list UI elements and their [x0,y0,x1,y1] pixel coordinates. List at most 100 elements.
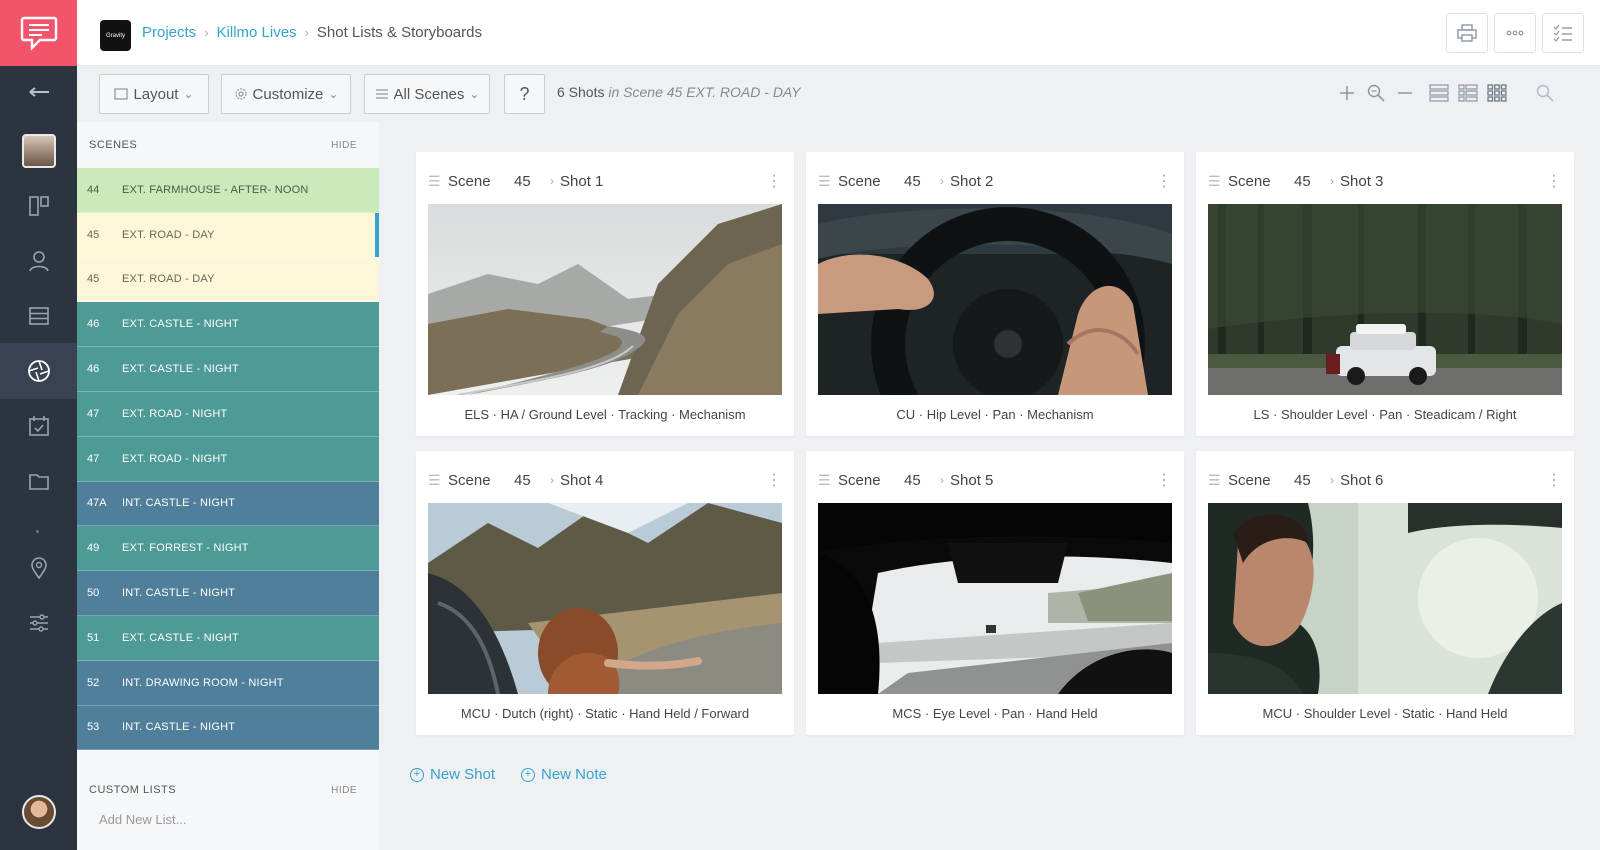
shot-image[interactable] [1208,503,1562,694]
view-detail-button[interactable] [1455,80,1481,106]
shot-card[interactable]: ☰ Scene 45 › Shot 4 ⋮ MCU · Dutch (right) · St… [416,451,794,735]
scene-name: INT. CASTLE - NIGHT [122,721,236,734]
chevron-down-icon: ⌄ [183,87,194,101]
drag-handle-icon[interactable]: ☰ [428,173,448,190]
scene-row[interactable]: 47 EXT. ROAD - NIGHT [77,436,379,482]
selected-indicator [375,212,379,257]
nav-shot-list[interactable] [0,343,77,399]
nav-storyboard[interactable] [0,178,77,234]
shot-label[interactable]: Shot 4 [560,472,603,489]
drag-handle-icon[interactable]: ☰ [1208,472,1228,489]
avatar [21,134,56,168]
drag-handle-icon[interactable]: ☰ [818,472,838,489]
new-shot-button[interactable]: + New Shot [410,766,495,783]
shot-card[interactable]: ☰ Scene 45 › Shot 5 ⋮ MCS · Eye Level · Pan · … [806,451,1184,735]
kebab-menu-icon[interactable]: ⋮ [1156,470,1172,490]
drag-handle-icon[interactable]: ☰ [428,472,448,489]
scene-row[interactable]: 45 EXT. ROAD - DAY [77,257,379,303]
scene-row[interactable]: 47 EXT. ROAD - NIGHT [77,391,379,437]
scenes-sidebar: SCENES HIDE 44 EXT. FARMHOUSE - AFTER- NO… [77,122,379,850]
location-pin-icon [30,557,47,579]
nav-calendar[interactable] [0,398,77,454]
scene-row[interactable]: 46 EXT. CASTLE - NIGHT [77,302,379,348]
nav-stripboard[interactable] [0,288,77,344]
breadcrumb-projects[interactable]: Projects [142,24,196,41]
storyboard-icon [28,196,49,216]
calendar-icon [28,416,49,436]
scene-row[interactable]: 49 EXT. FORREST - NIGHT [77,526,379,572]
project-avatar-button[interactable] [0,123,77,179]
breadcrumb-current: Shot Lists & Storyboards [316,24,482,41]
scene-row[interactable]: 46 EXT. CASTLE - NIGHT [77,347,379,392]
scene-row[interactable]: 45 EXT. ROAD - DAY [77,212,379,258]
kebab-menu-icon[interactable]: ⋮ [1546,470,1562,490]
nav-cast[interactable] [0,233,77,289]
shot-image[interactable] [428,204,782,395]
user-account-button[interactable] [0,784,77,840]
add-list-input[interactable]: Add New List... [99,812,186,827]
scene-row[interactable]: 44 EXT. FARMHOUSE - AFTER- NOON [77,168,379,213]
shot-card-header: ☰ Scene 45 › Shot 1 ⋮ [428,169,782,193]
shot-card[interactable]: ☰ Scene 45 › Shot 3 ⋮ LS · Shoulder Level · Pa… [1196,152,1574,436]
people-icon [28,251,49,272]
shot-image[interactable] [428,503,782,694]
scene-row[interactable]: 52 INT. DRAWING ROOM - NIGHT [77,660,379,706]
kebab-menu-icon[interactable]: ⋮ [766,171,782,191]
kebab-menu-icon[interactable]: ⋮ [766,470,782,490]
shot-image[interactable] [818,503,1172,694]
scene-row[interactable]: 51 EXT. CASTLE - NIGHT [77,615,379,661]
zoom-button[interactable] [1363,80,1389,106]
layout-dropdown[interactable]: Layout ⌄ [99,74,209,114]
aperture-icon [27,360,50,382]
scene-row[interactable]: 47A INT. CASTLE - NIGHT [77,481,379,527]
chevron-right-icon: › [940,473,944,487]
more-options-button[interactable] [1494,13,1536,53]
zoom-out-button[interactable] [1392,80,1418,106]
scene-row[interactable]: 53 INT. CASTLE - NIGHT [77,705,379,751]
shot-image[interactable] [1208,204,1562,395]
kebab-menu-icon[interactable]: ⋮ [1156,171,1172,191]
drag-handle-icon[interactable]: ☰ [1208,173,1228,190]
help-button[interactable]: ? [504,74,545,114]
breadcrumb-project[interactable]: Killmo Lives [217,24,297,41]
hide-scenes-button[interactable]: HIDE [331,140,357,151]
scene-name: INT. CASTLE - NIGHT [122,497,236,510]
print-button[interactable] [1446,13,1488,53]
hide-custom-lists-button[interactable]: HIDE [331,785,357,796]
chat-bubble-icon [20,16,57,51]
search-button[interactable] [1532,80,1558,106]
customize-dropdown[interactable]: Customize ⌄ [221,74,351,114]
shot-label[interactable]: Shot 6 [1340,472,1383,489]
custom-lists-section: CUSTOM LISTS HIDE [77,767,379,813]
zoom-in-button[interactable] [1334,80,1360,106]
drag-handle-icon[interactable]: ☰ [818,173,838,190]
scene-name: INT. DRAWING ROOM - NIGHT [122,676,284,689]
shot-image[interactable] [818,204,1172,395]
shot-label[interactable]: Shot 5 [950,472,993,489]
new-note-button[interactable]: + New Note [521,766,607,783]
shot-label[interactable]: Shot 3 [1340,173,1383,190]
chevron-right-icon: › [550,174,554,188]
view-grid-button[interactable] [1484,80,1510,106]
nav-locations[interactable] [0,540,77,596]
shot-card[interactable]: ☰ Scene 45 › Shot 1 ⋮ ELS · HA / Ground Level … [416,152,794,436]
shot-label[interactable]: Shot 2 [950,173,993,190]
project-logo[interactable]: Gravity [100,20,131,51]
scene-row[interactable]: 50 INT. CASTLE - NIGHT [77,571,379,616]
view-list-button[interactable] [1426,80,1452,106]
nav-files[interactable] [0,453,77,509]
back-button[interactable] [0,64,77,120]
chevron-right-icon: › [204,25,209,40]
chevron-right-icon: › [1330,473,1334,487]
shot-card-header: ☰ Scene 45 › Shot 4 ⋮ [428,468,782,492]
scenes-filter-dropdown[interactable]: All Scenes ⌄ [364,74,490,114]
kebab-menu-icon[interactable]: ⋮ [1546,171,1562,191]
shot-card[interactable]: ☰ Scene 45 › Shot 2 ⋮ CU · Hip Level · Pan · M… [806,152,1184,436]
nav-settings[interactable] [0,595,77,651]
app-logo[interactable] [0,0,77,66]
checklist-button[interactable] [1542,13,1584,53]
scene-number: 45 [1294,471,1311,489]
shot-label[interactable]: Shot 1 [560,173,603,190]
shot-card[interactable]: ☰ Scene 45 › Shot 6 ⋮ MCU · Shoulder Level · S… [1196,451,1574,735]
scene-number: 44 [87,183,100,196]
